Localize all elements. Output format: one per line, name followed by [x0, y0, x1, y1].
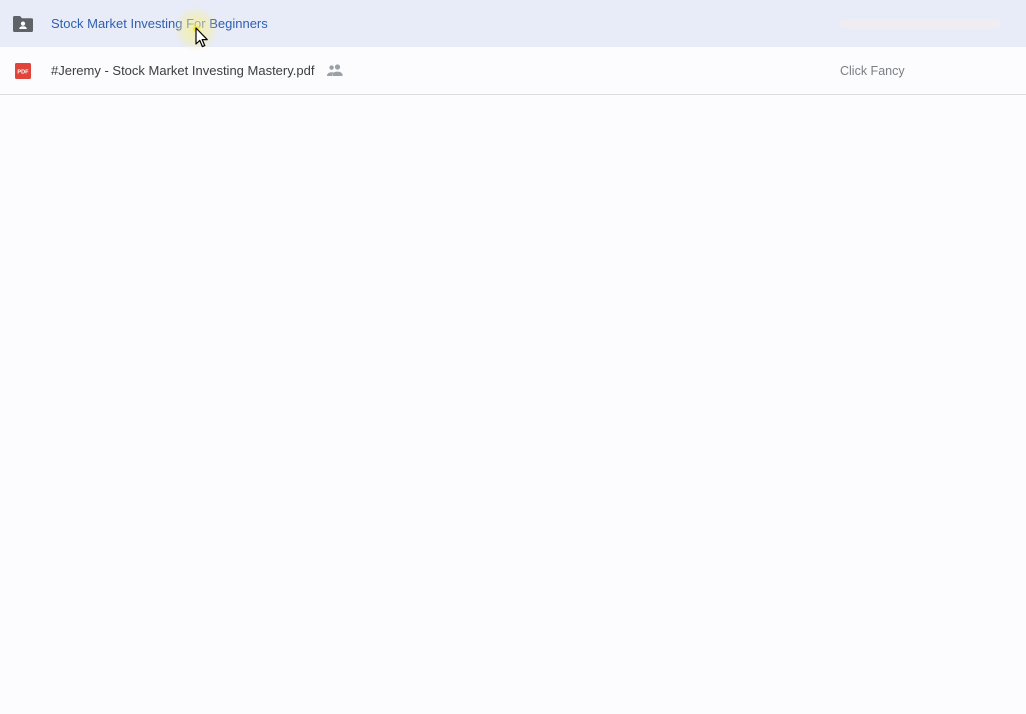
file-row-pdf[interactable]: PDF #Jeremy - Stock Market Investing Mas… [0, 47, 1026, 95]
file-name[interactable]: Stock Market Investing For Beginners [51, 15, 268, 33]
drive-file-browser: { "rows": [ { "type": "shared-folder", "… [0, 0, 1026, 714]
file-owner: Click Fancy [840, 63, 905, 78]
file-list: Stock Market Investing For Beginners PDF… [0, 0, 1026, 95]
pdf-icon: PDF [12, 60, 34, 82]
file-row-folder[interactable]: Stock Market Investing For Beginners [0, 0, 1026, 47]
file-name[interactable]: #Jeremy - Stock Market Investing Mastery… [51, 62, 314, 80]
pdf-icon-label: PDF [17, 69, 29, 75]
owner-loading-placeholder [840, 19, 1001, 29]
shared-people-icon [326, 63, 344, 77]
shared-folder-icon [12, 13, 34, 35]
